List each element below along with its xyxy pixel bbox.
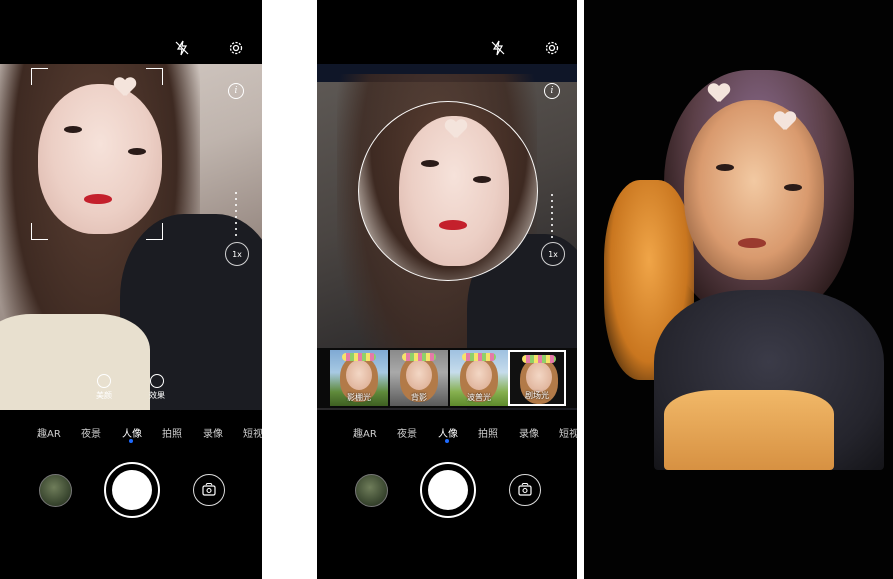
filter-label: 影棚光 — [347, 393, 371, 402]
beauty-button[interactable]: 美颜 — [96, 374, 112, 401]
active-mode-indicator — [445, 439, 449, 443]
flash-off-icon[interactable] — [172, 38, 192, 58]
focus-frame-corner — [31, 223, 48, 240]
heart-sticker — [114, 78, 136, 98]
filter-preview-face — [406, 360, 432, 390]
subject-sweater — [0, 314, 150, 410]
mode-night[interactable]: 夜景 — [81, 425, 101, 440]
filter-preview-flower-crown — [342, 353, 376, 361]
shutter-button[interactable] — [420, 462, 476, 518]
filter-theater-light[interactable]: 剧场光 — [508, 350, 566, 406]
subject-eye-left — [64, 126, 82, 133]
mode-photo[interactable]: 拍照 — [478, 425, 498, 440]
filter-label: 背影 — [411, 393, 427, 402]
filter-preview-face — [526, 362, 552, 392]
mode-photo[interactable]: 拍照 — [162, 425, 182, 440]
shutter-button-inner — [428, 470, 468, 510]
subject-eye-right — [128, 148, 146, 155]
camera-switch-icon — [518, 482, 532, 496]
heart-sticker — [445, 120, 467, 140]
heart-sticker — [708, 84, 730, 104]
mode-night[interactable]: 夜景 — [397, 425, 417, 440]
mode-ar[interactable]: 趣AR — [37, 425, 61, 440]
filter-preview-flower-crown — [462, 353, 496, 361]
active-mode-indicator — [129, 439, 133, 443]
subject-lips — [738, 238, 766, 248]
gallery-thumbnail[interactable] — [355, 474, 388, 507]
portrait-light-focus-circle[interactable] — [358, 101, 538, 281]
filter-preview-face — [346, 360, 372, 390]
subject-eye-right — [784, 184, 802, 191]
zoom-level-button[interactable]: 1x — [541, 242, 565, 266]
mode-video[interactable]: 录像 — [203, 425, 223, 440]
camera-screen-portrait-lighting: i 1x 影棚光 背影 波普光 剧场光 趣AR 夜景 人像 拍照 录像 短视 — [317, 0, 577, 579]
filter-preview-face — [466, 360, 492, 390]
mode-video[interactable]: 录像 — [519, 425, 539, 440]
flash-off-icon[interactable] — [488, 38, 508, 58]
info-icon[interactable]: i — [228, 83, 244, 99]
filter-label: 波普光 — [467, 393, 491, 402]
subject-face — [38, 84, 162, 234]
camera-switch-button[interactable] — [509, 474, 541, 506]
subject-lips — [439, 220, 467, 230]
focus-frame-corner — [146, 68, 163, 85]
filter-label: 剧场光 — [525, 391, 549, 400]
shutter-button-inner — [112, 470, 152, 510]
camera-switch-button[interactable] — [193, 474, 225, 506]
subject-sweater — [664, 390, 834, 470]
heart-sticker — [774, 112, 796, 132]
mode-portrait[interactable]: 人像 — [438, 425, 458, 440]
theater-light-result-photo — [584, 0, 893, 579]
settings-gear-icon[interactable] — [542, 38, 562, 58]
info-icon[interactable]: i — [544, 83, 560, 99]
filter-studio-light[interactable]: 影棚光 — [330, 350, 388, 406]
top-bar — [317, 0, 577, 64]
subject-face — [684, 100, 824, 280]
portrait-light-filter-strip: 影棚光 背影 波普光 剧场光 — [317, 348, 577, 408]
mode-portrait[interactable]: 人像 — [122, 425, 142, 440]
gallery-thumbnail[interactable] — [39, 474, 72, 507]
filter-preview-flower-crown — [402, 353, 436, 361]
beauty-label: 美颜 — [96, 391, 112, 400]
zoom-slider[interactable] — [551, 194, 553, 238]
camera-switch-icon — [202, 482, 216, 496]
filter-preview-flower-crown — [522, 355, 556, 363]
subject-eye-left — [716, 164, 734, 171]
mode-ar[interactable]: 趣AR — [353, 425, 377, 440]
subject-lips — [84, 194, 112, 204]
settings-gear-icon[interactable] — [226, 38, 246, 58]
camera-viewfinder[interactable]: i 1x 美颜 效果 — [0, 64, 262, 410]
camera-screen-portrait-beauty: i 1x 美颜 效果 趣AR 夜景 人像 拍照 录像 短视 — [0, 0, 262, 579]
effect-button[interactable]: 效果 — [149, 374, 165, 401]
top-bar — [0, 0, 262, 64]
photo-subject — [604, 60, 884, 470]
filter-back-shadow[interactable]: 背影 — [390, 350, 448, 406]
subject-eye-left — [421, 160, 439, 167]
focus-frame-corner — [31, 68, 48, 85]
zoom-level-button[interactable]: 1x — [225, 242, 249, 266]
mode-short-video[interactable]: 短视 — [559, 425, 577, 440]
mode-short-video[interactable]: 短视 — [243, 425, 262, 440]
effect-icon — [150, 374, 164, 388]
subject-eye-right — [473, 176, 491, 183]
focus-frame-corner — [146, 223, 163, 240]
zoom-slider[interactable] — [235, 192, 237, 236]
effect-label: 效果 — [149, 391, 165, 400]
beauty-icon — [97, 374, 111, 388]
shutter-button[interactable] — [104, 462, 160, 518]
filter-pop-light[interactable]: 波普光 — [450, 350, 508, 406]
